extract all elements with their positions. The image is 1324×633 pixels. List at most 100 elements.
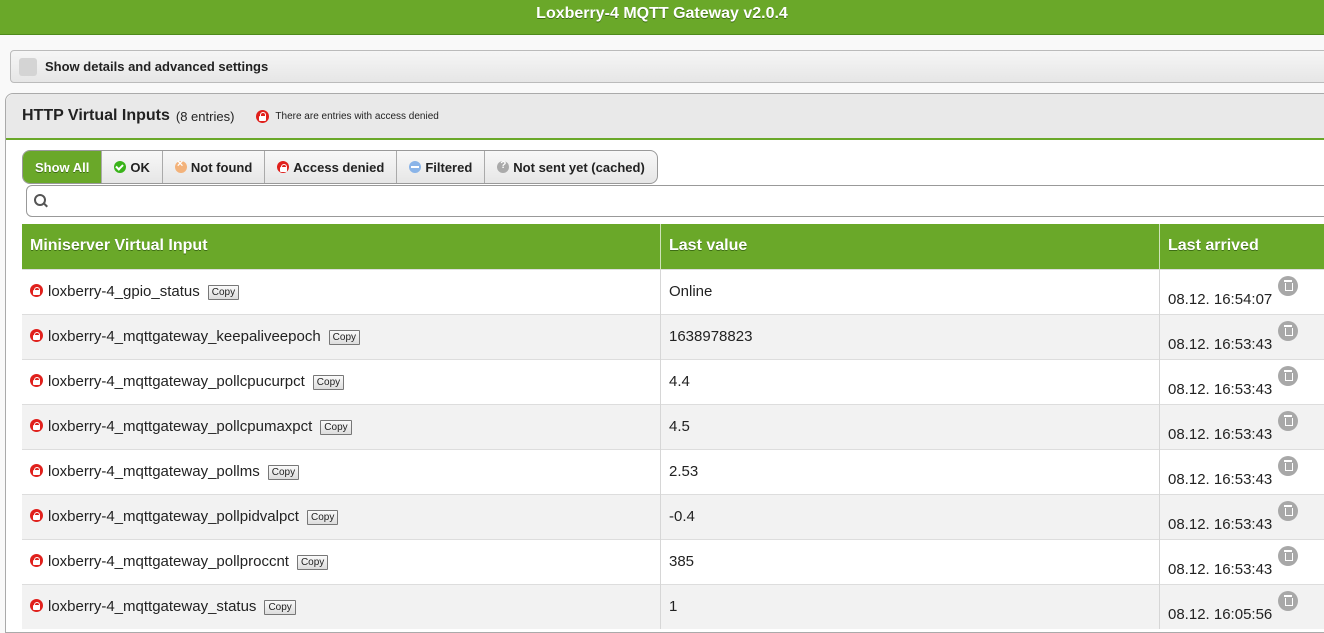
search-input[interactable] xyxy=(53,186,1324,216)
trash-icon[interactable] xyxy=(1278,366,1298,386)
last-arrived-cell: 08.12. 16:54:07 xyxy=(1160,269,1324,314)
status-filter-group: Show All OK Not found Access denied Filt… xyxy=(22,150,658,184)
trash-icon[interactable] xyxy=(1278,501,1298,521)
trash-icon[interactable] xyxy=(1278,276,1298,296)
table-row: loxberry-4_mqttgateway_pollms Copy 2.53 0… xyxy=(22,449,1324,494)
filter-not-sent-label: Not sent yet (cached) xyxy=(513,160,644,175)
filter-ok-label: OK xyxy=(130,160,150,175)
virtual-input-name: loxberry-4_mqttgateway_status xyxy=(48,598,256,615)
table-row: loxberry-4_gpio_status Copy Online 08.12.… xyxy=(22,269,1324,314)
access-denied-lock-icon xyxy=(30,284,43,297)
details-toggle[interactable]: Show details and advanced settings xyxy=(10,50,1324,83)
access-denied-lock-icon xyxy=(256,110,269,123)
virtual-input-name: loxberry-4_gpio_status xyxy=(48,283,200,300)
filter-access-denied-label: Access denied xyxy=(293,160,384,175)
table-body: loxberry-4_gpio_status Copy Online 08.12.… xyxy=(22,269,1324,629)
name-cell: loxberry-4_mqttgateway_pollcpucurpct Copy xyxy=(22,359,661,404)
virtual-input-name: loxberry-4_mqttgateway_pollms xyxy=(48,463,260,480)
access-denied-lock-icon xyxy=(30,554,43,567)
filter-not-found-label: Not found xyxy=(191,160,252,175)
table-row: loxberry-4_mqttgateway_pollcpucurpct Copy… xyxy=(22,359,1324,404)
lock-icon xyxy=(277,161,289,173)
last-arrived-time: 08.12. 16:54:07 xyxy=(1168,291,1272,308)
last-arrived-time: 08.12. 16:53:43 xyxy=(1168,516,1272,533)
column-header-value[interactable]: Last value xyxy=(661,224,1160,269)
table-row: loxberry-4_mqttgateway_pollpidvalpct Copy… xyxy=(22,494,1324,539)
access-denied-lock-icon xyxy=(30,509,43,522)
filter-filtered-button[interactable]: Filtered xyxy=(397,151,485,183)
access-denied-lock-icon xyxy=(30,419,43,432)
details-checkbox[interactable] xyxy=(19,58,37,76)
table-row: loxberry-4_mqttgateway_pollcpumaxpct Copy… xyxy=(22,404,1324,449)
trash-icon[interactable] xyxy=(1278,411,1298,431)
access-denied-lock-icon xyxy=(30,329,43,342)
virtual-input-name: loxberry-4_mqttgateway_pollproccnt xyxy=(48,553,289,570)
copy-button[interactable]: Copy xyxy=(208,285,239,300)
trash-icon[interactable] xyxy=(1278,546,1298,566)
copy-button[interactable]: Copy xyxy=(268,465,299,480)
filter-show-all-label: Show All xyxy=(35,160,89,175)
filter-ok-button[interactable]: OK xyxy=(102,151,163,183)
copy-button[interactable]: Copy xyxy=(297,555,328,570)
virtual-input-name: loxberry-4_mqttgateway_pollcpucurpct xyxy=(48,373,305,390)
virtual-input-name: loxberry-4_mqttgateway_pollcpumaxpct xyxy=(48,418,312,435)
not-found-icon xyxy=(175,161,187,173)
last-arrived-time: 08.12. 16:53:43 xyxy=(1168,381,1272,398)
last-arrived-cell: 08.12. 16:05:56 xyxy=(1160,584,1324,629)
last-arrived-cell: 08.12. 16:53:43 xyxy=(1160,494,1324,539)
details-label: Show details and advanced settings xyxy=(45,59,268,74)
name-cell: loxberry-4_gpio_status Copy xyxy=(22,269,661,314)
trash-icon[interactable] xyxy=(1278,321,1298,341)
last-value-cell: 1638978823 xyxy=(661,314,1160,359)
panel-header: HTTP Virtual Inputs (8 entries) There ar… xyxy=(6,94,1324,140)
last-arrived-time: 08.12. 16:53:43 xyxy=(1168,336,1272,353)
table-row: loxberry-4_mqttgateway_status Copy 1 08.1… xyxy=(22,584,1324,629)
filter-not-sent-button[interactable]: Not sent yet (cached) xyxy=(485,151,656,183)
column-header-arrived[interactable]: Last arrived xyxy=(1160,224,1324,269)
table-row: loxberry-4_mqttgateway_keepaliveepoch Cop… xyxy=(22,314,1324,359)
copy-button[interactable]: Copy xyxy=(264,600,295,615)
filter-access-denied-button[interactable]: Access denied xyxy=(265,151,397,183)
last-value-cell: 385 xyxy=(661,539,1160,584)
table-header-row: Miniserver Virtual Input Last value Last… xyxy=(22,224,1324,269)
virtual-inputs-table: Miniserver Virtual Input Last value Last… xyxy=(22,224,1324,629)
virtual-input-name: loxberry-4_mqttgateway_pollpidvalpct xyxy=(48,508,299,525)
filter-show-all-button[interactable]: Show All xyxy=(23,151,102,183)
name-cell: loxberry-4_mqttgateway_keepaliveepoch Cop… xyxy=(22,314,661,359)
question-icon xyxy=(497,161,509,173)
virtual-input-name: loxberry-4_mqttgateway_keepaliveepoch xyxy=(48,328,321,345)
copy-button[interactable]: Copy xyxy=(313,375,344,390)
last-arrived-time: 08.12. 16:53:43 xyxy=(1168,471,1272,488)
last-value-cell: 4.5 xyxy=(661,404,1160,449)
last-arrived-time: 08.12. 16:53:43 xyxy=(1168,426,1272,443)
access-denied-lock-icon xyxy=(30,464,43,477)
trash-icon[interactable] xyxy=(1278,456,1298,476)
last-arrived-cell: 08.12. 16:53:43 xyxy=(1160,449,1324,494)
app-title-bar: Loxberry-4 MQTT Gateway v2.0.4 xyxy=(0,0,1324,35)
search-box xyxy=(26,185,1324,217)
column-header-name[interactable]: Miniserver Virtual Input xyxy=(22,224,661,269)
access-denied-lock-icon xyxy=(30,374,43,387)
last-arrived-time: 08.12. 16:53:43 xyxy=(1168,561,1272,578)
copy-button[interactable]: Copy xyxy=(307,510,338,525)
name-cell: loxberry-4_mqttgateway_pollcpumaxpct Copy xyxy=(22,404,661,449)
copy-button[interactable]: Copy xyxy=(320,420,351,435)
search-icon xyxy=(33,193,49,209)
last-value-cell: 4.4 xyxy=(661,359,1160,404)
last-arrived-cell: 08.12. 16:53:43 xyxy=(1160,359,1324,404)
filter-not-found-button[interactable]: Not found xyxy=(163,151,265,183)
name-cell: loxberry-4_mqttgateway_pollms Copy xyxy=(22,449,661,494)
name-cell: loxberry-4_mqttgateway_status Copy xyxy=(22,584,661,629)
last-value-cell: -0.4 xyxy=(661,494,1160,539)
copy-button[interactable]: Copy xyxy=(329,330,360,345)
last-value-cell: 1 xyxy=(661,584,1160,629)
last-arrived-time: 08.12. 16:05:56 xyxy=(1168,606,1272,623)
trash-icon[interactable] xyxy=(1278,591,1298,611)
app-title: Loxberry-4 MQTT Gateway v2.0.4 xyxy=(536,5,788,23)
check-icon xyxy=(114,161,126,173)
access-denied-lock-icon xyxy=(30,599,43,612)
last-value-cell: Online xyxy=(661,269,1160,314)
last-arrived-cell: 08.12. 16:53:43 xyxy=(1160,314,1324,359)
last-value-cell: 2.53 xyxy=(661,449,1160,494)
access-denied-warning: There are entries with access denied xyxy=(275,111,438,122)
